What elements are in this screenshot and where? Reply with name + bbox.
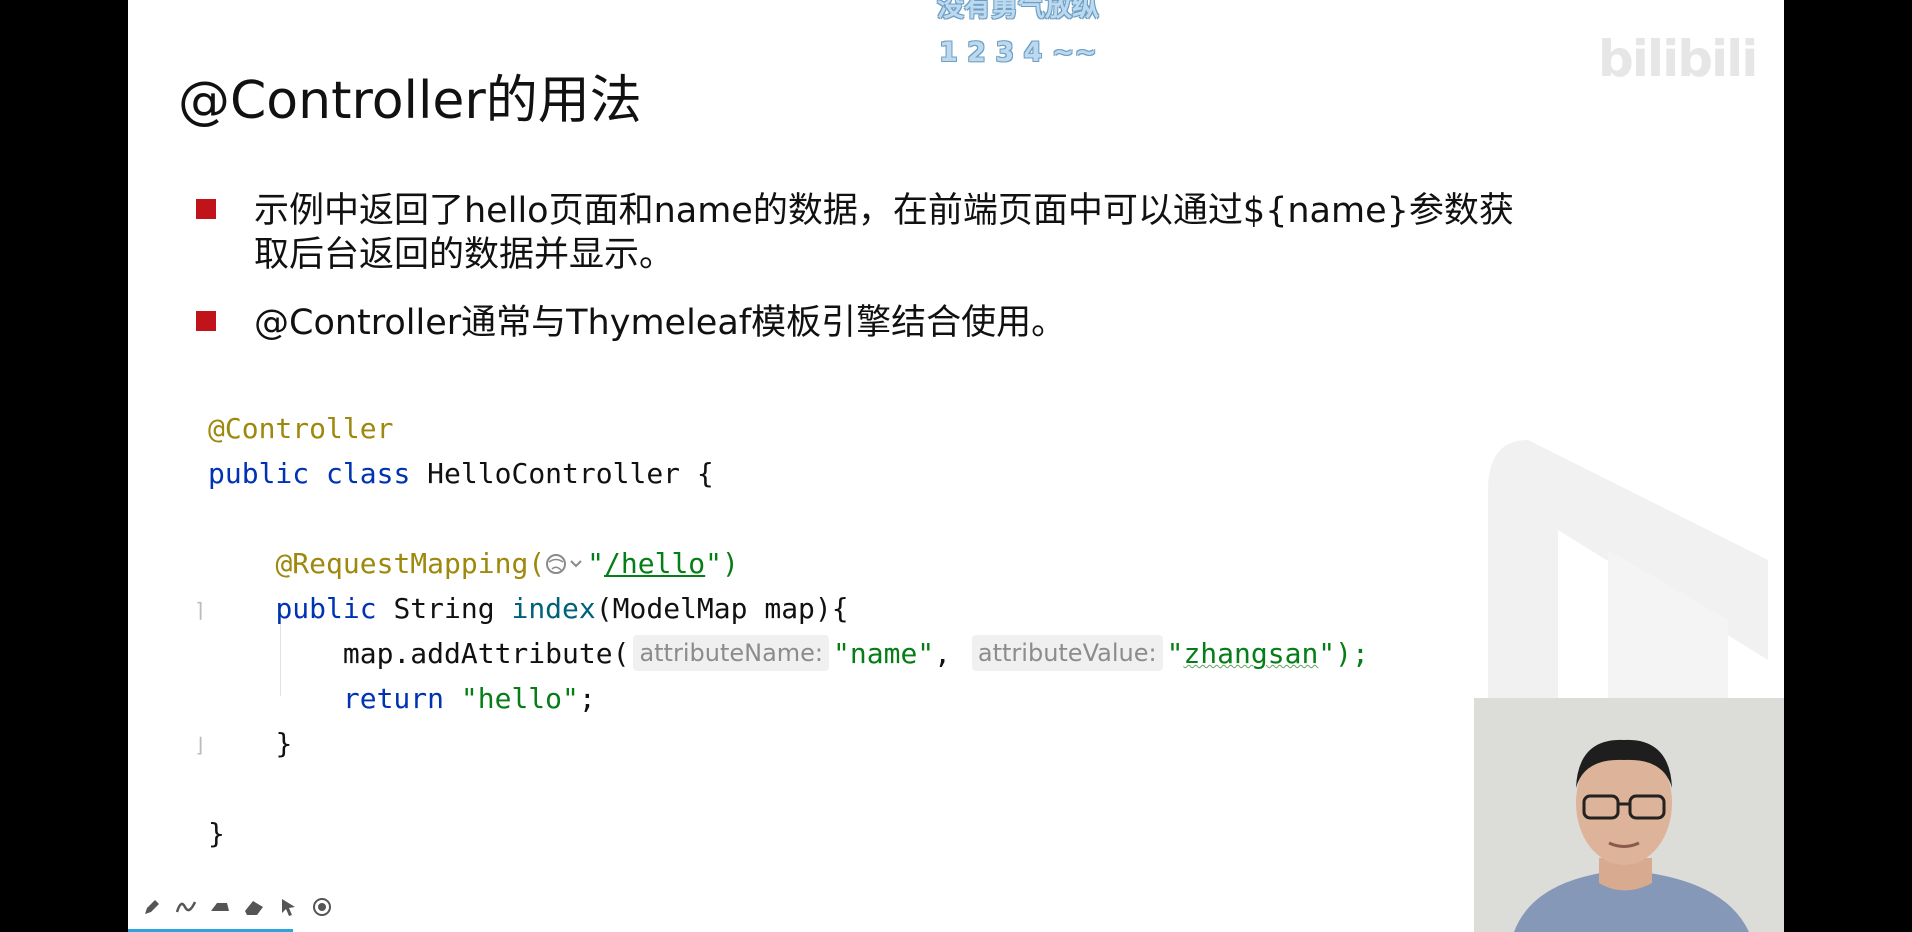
code-line-8: } [208,721,292,766]
bullet-square [196,311,216,331]
slide-title: @Controller的用法 [178,71,642,131]
webcam-overlay [1474,698,1784,932]
code-line-5: public String index(ModelMap map){ [208,586,849,631]
url-path-link[interactable]: /hello [604,547,705,580]
record-icon[interactable] [310,895,334,919]
code-line-1: @Controller [208,406,393,451]
semicolon: ; [578,682,596,715]
danmaku-comment: 没有勇气放纵 1 2 3 4 ~~ [883,0,1153,75]
string-literal: "name" [833,637,935,670]
code-line-7: return "hello"; [208,676,596,721]
code-line-6: map.addAttribute(attributeName: "name", a… [208,631,1369,676]
method-call: map.addAttribute( [342,637,630,670]
closing-brace: } [275,727,293,760]
annotation: @Controller [208,412,394,445]
code-line-4: @RequestMapping( "/hello") [208,541,739,586]
code-line-2: public class HelloController { [208,451,714,496]
annotation-toolbar [140,894,334,920]
globe-icon[interactable] [545,551,587,577]
curve-icon[interactable] [174,895,198,919]
keyword: public [208,457,310,490]
string-literal: "hello" [460,682,579,715]
keyword: class [326,457,411,490]
bullet-square [196,199,216,219]
method-params: (ModelMap map){ [595,592,849,625]
string-literal: zhangsan [1183,637,1319,670]
type-name: String [393,592,495,625]
danmaku-line-1: 没有勇气放纵 [937,0,1099,23]
comma: , [934,637,952,670]
bullet-text: @Controller通常与Thymeleaf模板引擎结合使用。 [254,303,1067,343]
highlighter-icon[interactable] [208,895,232,919]
parameter-hint: attributeValue: [971,635,1163,671]
string-quote: "); [1318,637,1369,670]
bilibili-watermark: bilibili [1598,30,1758,88]
pointer-icon[interactable] [276,895,300,919]
keyword: public [275,592,377,625]
danmaku-line-2: 1 2 3 4 ~~ [939,36,1097,68]
pencil-icon[interactable] [140,895,164,919]
bullet-item-1: 示例中返回了hello页面和name的数据，在前端页面中可以通过${name}参… [196,189,1516,279]
fold-marker[interactable]: ⌋ [194,733,206,757]
string-quote: " [1166,637,1184,670]
eraser-icon[interactable] [242,895,266,919]
string-quote: " [587,547,605,580]
annotation: @RequestMapping( [275,547,546,580]
fold-marker[interactable]: ⌉ [194,598,206,622]
presenter-video [1474,698,1784,932]
keyword: return [342,682,445,715]
code-line-10: } [208,811,225,856]
closing-brace: } [208,817,225,850]
parameter-hint: attributeName: [633,635,830,671]
bullet-text: 示例中返回了hello页面和name的数据，在前端页面中可以通过${name}参… [254,191,1514,275]
class-name: HelloController { [427,457,714,490]
bullet-item-2: @Controller通常与Thymeleaf模板引擎结合使用。 [196,301,1516,347]
string-quote: ") [705,547,739,580]
method-name: index [511,592,596,625]
